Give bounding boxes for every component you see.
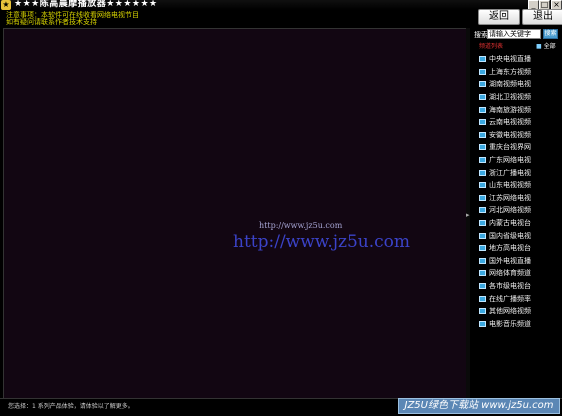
channel-item[interactable]: 地方高电视台 xyxy=(479,242,559,255)
channel-label: 其他网络视频 xyxy=(489,307,531,316)
tv-icon xyxy=(479,169,486,176)
tv-icon xyxy=(479,295,486,302)
tv-icon xyxy=(479,282,486,289)
channel-label: 重庆台视界网 xyxy=(489,143,531,152)
channel-item[interactable]: 网络体育频道 xyxy=(479,267,559,280)
channel-label: 广东网络电视 xyxy=(489,156,531,165)
channel-label: 中央电视直播 xyxy=(489,55,531,64)
channel-label: 河北网络视频 xyxy=(489,206,531,215)
tv-icon xyxy=(479,182,486,189)
channel-label: 浙江广播电视 xyxy=(489,168,531,177)
channel-label: 安徽电视视频 xyxy=(489,130,531,139)
channel-item[interactable]: 湖南视频电视 xyxy=(479,78,559,91)
bullet-icon: ■ xyxy=(536,43,542,50)
channel-label: 内蒙古电视台 xyxy=(489,219,531,228)
channel-item[interactable]: 其他网络视频 xyxy=(479,305,559,318)
channel-item[interactable]: 山东电视视频 xyxy=(479,179,559,192)
channel-item[interactable]: 云南电视视频 xyxy=(479,116,559,129)
channel-item[interactable]: 内蒙古电视台 xyxy=(479,217,559,230)
back-button[interactable]: 返回 xyxy=(478,9,520,25)
channel-item[interactable]: 湖北卫视视频 xyxy=(479,91,559,104)
tv-icon xyxy=(479,257,486,264)
channel-item[interactable]: 广东网络电视 xyxy=(479,154,559,167)
video-watermark-small: http://www.jz5u.com xyxy=(259,221,343,230)
tv-icon xyxy=(479,157,486,164)
tv-icon xyxy=(479,308,486,315)
channel-label: 海南旅游视频 xyxy=(489,105,531,114)
channel-label: 地方高电视台 xyxy=(489,244,531,253)
channel-label: 云南电视视频 xyxy=(489,118,531,127)
tv-icon xyxy=(479,220,486,227)
search-label: 搜索 xyxy=(474,31,488,39)
tv-icon xyxy=(479,144,486,151)
channel-list-header: 频道列表 xyxy=(479,43,504,50)
channel-item[interactable]: 江苏网络电视 xyxy=(479,192,559,205)
show-all-label: 全部 xyxy=(543,43,556,50)
channel-item[interactable]: 海南旅游视频 xyxy=(479,103,559,116)
status-text: 您选择：1 系列产品体验，请体验以了解更多。 xyxy=(8,403,134,410)
channel-label: 山东电视视频 xyxy=(489,181,531,190)
channel-item[interactable]: 各市级电视台 xyxy=(479,280,559,293)
channel-label: 网络体育频道 xyxy=(489,269,531,278)
tv-icon xyxy=(479,194,486,201)
tv-icon xyxy=(479,81,486,88)
channel-item[interactable]: 上海东方视频 xyxy=(479,66,559,79)
channel-item[interactable]: 重庆台视界网 xyxy=(479,141,559,154)
channel-item[interactable]: 河北网络视频 xyxy=(479,204,559,217)
channel-label: 江苏网络电视 xyxy=(489,193,531,202)
tv-icon xyxy=(479,131,486,138)
channel-label: 国外电视直播 xyxy=(489,256,531,265)
tv-icon xyxy=(479,207,486,214)
channel-item[interactable]: 国内省级电视 xyxy=(479,229,559,242)
channel-item[interactable]: 在线广播频率 xyxy=(479,292,559,305)
channel-label: 上海东方视频 xyxy=(489,67,531,76)
tv-icon xyxy=(479,245,486,252)
site-watermark: JZ5U绿色下载站 www.jz5u.com xyxy=(398,398,560,414)
tv-icon xyxy=(479,106,486,113)
channel-item[interactable]: 浙江广播电视 xyxy=(479,166,559,179)
notice-line-2: 如有疑问请联系作者技术支持 xyxy=(6,18,97,26)
channel-item[interactable]: 国外电视直播 xyxy=(479,255,559,268)
channel-item[interactable]: 中央电视直播 xyxy=(479,53,559,66)
app-icon: ★ xyxy=(1,0,11,10)
tv-icon xyxy=(479,232,486,239)
tv-icon xyxy=(479,68,486,75)
collapse-arrow-icon[interactable]: ▸ xyxy=(466,211,470,219)
tv-icon xyxy=(479,119,486,126)
channel-sidebar: 搜索 请输入关键字 搜索 频道列表 ■ 全部 中央电视直播 上海东方视频 湖南视… xyxy=(470,28,562,398)
channel-item[interactable]: 安徽电视视频 xyxy=(479,129,559,142)
search-input[interactable]: 请输入关键字 xyxy=(487,29,541,39)
tv-icon xyxy=(479,320,486,327)
search-button[interactable]: 搜索 xyxy=(543,29,558,39)
channel-label: 国内省级电视 xyxy=(489,231,531,240)
video-watermark-large: http://www.jz5u.com xyxy=(233,232,410,252)
channel-label: 在线广播频率 xyxy=(489,294,531,303)
channel-label: 湖南视频电视 xyxy=(489,80,531,89)
channel-list: 中央电视直播 上海东方视频 湖南视频电视 湖北卫视视频 海南旅游视频 云南电视视… xyxy=(479,53,559,330)
exit-button[interactable]: 退出 xyxy=(522,9,562,25)
tv-icon xyxy=(479,56,486,63)
show-all-link[interactable]: ■ 全部 xyxy=(536,41,556,50)
tv-icon xyxy=(479,270,486,277)
channel-label: 电影音乐频道 xyxy=(489,319,531,328)
channel-label: 湖北卫视视频 xyxy=(489,93,531,102)
video-player-area[interactable]: http://www.jz5u.com http://www.jz5u.com xyxy=(3,28,466,398)
channel-item[interactable]: 电影音乐频道 xyxy=(479,317,559,330)
window-title: ★★★陈高晨摩播放器★★★★★★ xyxy=(14,0,158,9)
channel-label: 各市级电视台 xyxy=(489,281,531,290)
tv-icon xyxy=(479,94,486,101)
